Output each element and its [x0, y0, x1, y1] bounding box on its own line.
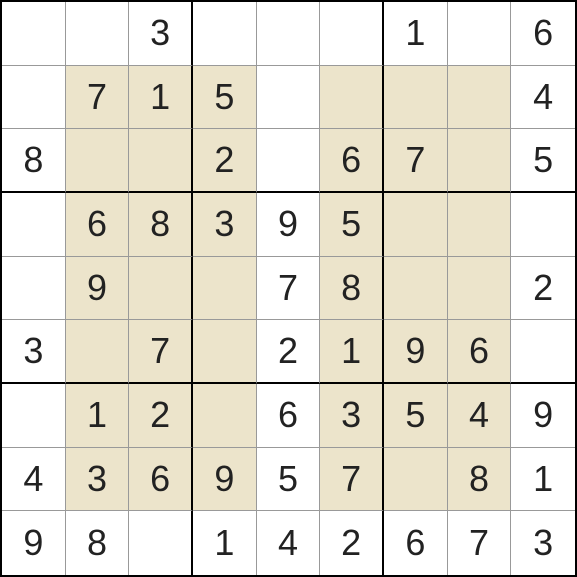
sudoku-cell[interactable]: 1: [129, 66, 193, 130]
sudoku-cell[interactable]: [193, 257, 257, 321]
sudoku-cell[interactable]: [193, 320, 257, 384]
sudoku-cell[interactable]: 2: [129, 384, 193, 448]
sudoku-cell[interactable]: 9: [66, 257, 130, 321]
sudoku-cell[interactable]: 1: [320, 320, 384, 384]
sudoku-cell[interactable]: 3: [66, 448, 130, 512]
sudoku-cell[interactable]: [448, 66, 512, 130]
sudoku-board[interactable]: 3167154826756839597823721961263549436957…: [0, 0, 577, 577]
sudoku-cell[interactable]: 9: [2, 511, 66, 575]
sudoku-cell[interactable]: 6: [320, 129, 384, 193]
sudoku-cell[interactable]: 8: [66, 511, 130, 575]
sudoku-cell[interactable]: [448, 193, 512, 257]
sudoku-cell[interactable]: 6: [511, 2, 575, 66]
sudoku-cell[interactable]: [2, 257, 66, 321]
sudoku-cell[interactable]: [2, 2, 66, 66]
sudoku-cell[interactable]: [2, 193, 66, 257]
sudoku-cell[interactable]: [129, 257, 193, 321]
sudoku-cell[interactable]: 5: [193, 66, 257, 130]
sudoku-cell[interactable]: [66, 129, 130, 193]
sudoku-cell[interactable]: [66, 2, 130, 66]
sudoku-cell[interactable]: [511, 193, 575, 257]
sudoku-cell[interactable]: 5: [257, 448, 321, 512]
sudoku-cell[interactable]: [193, 2, 257, 66]
sudoku-cell[interactable]: [320, 2, 384, 66]
sudoku-cell[interactable]: 7: [384, 129, 448, 193]
sudoku-cell[interactable]: 9: [193, 448, 257, 512]
sudoku-cell[interactable]: 4: [257, 511, 321, 575]
sudoku-cell[interactable]: 8: [2, 129, 66, 193]
sudoku-cell[interactable]: [320, 66, 384, 130]
sudoku-cell[interactable]: [193, 384, 257, 448]
sudoku-cell[interactable]: 2: [320, 511, 384, 575]
sudoku-cell[interactable]: [384, 257, 448, 321]
sudoku-cell[interactable]: 6: [384, 511, 448, 575]
sudoku-cell[interactable]: 6: [66, 193, 130, 257]
sudoku-cell[interactable]: 2: [511, 257, 575, 321]
sudoku-cell[interactable]: 3: [320, 384, 384, 448]
sudoku-cell[interactable]: 8: [320, 257, 384, 321]
sudoku-cell[interactable]: [257, 66, 321, 130]
sudoku-cell[interactable]: 4: [448, 384, 512, 448]
sudoku-cell[interactable]: 6: [129, 448, 193, 512]
sudoku-cell[interactable]: 1: [193, 511, 257, 575]
sudoku-cell[interactable]: 2: [257, 320, 321, 384]
sudoku-cell[interactable]: 8: [129, 193, 193, 257]
sudoku-cell[interactable]: [448, 257, 512, 321]
sudoku-cell[interactable]: 7: [66, 66, 130, 130]
sudoku-cell[interactable]: 3: [511, 511, 575, 575]
sudoku-cell[interactable]: 9: [257, 193, 321, 257]
sudoku-cell[interactable]: 7: [320, 448, 384, 512]
sudoku-cell[interactable]: 1: [511, 448, 575, 512]
sudoku-cell[interactable]: 7: [129, 320, 193, 384]
sudoku-cell[interactable]: 6: [257, 384, 321, 448]
sudoku-cell[interactable]: [448, 2, 512, 66]
sudoku-cell[interactable]: 9: [511, 384, 575, 448]
sudoku-cell[interactable]: 9: [384, 320, 448, 384]
sudoku-cell[interactable]: 3: [129, 2, 193, 66]
sudoku-cell[interactable]: [384, 448, 448, 512]
sudoku-cell[interactable]: [2, 384, 66, 448]
sudoku-cell[interactable]: 5: [320, 193, 384, 257]
sudoku-cell[interactable]: [384, 193, 448, 257]
sudoku-cell[interactable]: 5: [384, 384, 448, 448]
sudoku-cell[interactable]: [129, 129, 193, 193]
sudoku-cell[interactable]: 1: [384, 2, 448, 66]
sudoku-cell[interactable]: 7: [257, 257, 321, 321]
sudoku-cell[interactable]: [257, 2, 321, 66]
sudoku-cell[interactable]: 7: [448, 511, 512, 575]
sudoku-cell[interactable]: 1: [66, 384, 130, 448]
sudoku-cell[interactable]: [448, 129, 512, 193]
sudoku-cell[interactable]: [384, 66, 448, 130]
sudoku-cell[interactable]: [2, 66, 66, 130]
sudoku-cell[interactable]: [66, 320, 130, 384]
sudoku-cell[interactable]: 6: [448, 320, 512, 384]
sudoku-cell[interactable]: 5: [511, 129, 575, 193]
sudoku-cell[interactable]: 4: [511, 66, 575, 130]
sudoku-cell[interactable]: 4: [2, 448, 66, 512]
sudoku-cell[interactable]: [129, 511, 193, 575]
sudoku-cell[interactable]: [257, 129, 321, 193]
sudoku-cell[interactable]: [511, 320, 575, 384]
sudoku-cell[interactable]: 8: [448, 448, 512, 512]
sudoku-cell[interactable]: 3: [2, 320, 66, 384]
sudoku-cell[interactable]: 3: [193, 193, 257, 257]
sudoku-cell[interactable]: 2: [193, 129, 257, 193]
